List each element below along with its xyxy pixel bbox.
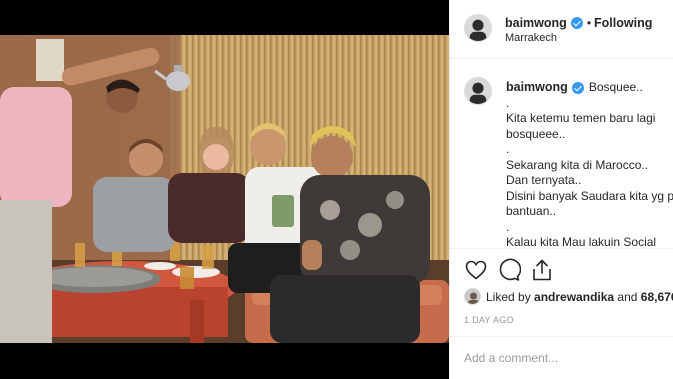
- post-side-panel: baimwong • Following Marrakech baimwong …: [449, 0, 673, 379]
- heart-icon[interactable]: [464, 258, 488, 282]
- caption-line: Kita ketemu temen baru lagi: [506, 111, 656, 125]
- caption-line: .: [506, 219, 510, 234]
- location-link[interactable]: Marrakech: [505, 32, 557, 44]
- share-icon[interactable]: [530, 258, 554, 282]
- liker-avatar[interactable]: [464, 288, 481, 305]
- header-user-row: baimwong • Following: [505, 16, 652, 30]
- caption-first-line: Bosquee..: [588, 80, 643, 94]
- likes-prefix: Liked by: [486, 289, 531, 304]
- add-comment-input[interactable]: [464, 349, 664, 367]
- caption-section: baimwong Bosquee.. . Kita ketemu temen b…: [450, 60, 673, 247]
- caption-line: Sekarang kita di Marocco..: [506, 157, 649, 172]
- caption-line: bosqueee..: [506, 126, 566, 141]
- caption-line: Kalau kita Mau lakuin Social: [506, 235, 657, 247]
- caption-line: .: [506, 142, 510, 156]
- post-photo-image: [0, 35, 449, 343]
- likes-joiner: and: [617, 289, 638, 304]
- post-photo[interactable]: [0, 35, 449, 343]
- caption-head: baimwong Bosquee..: [506, 80, 673, 96]
- separator-dot: •: [586, 16, 592, 30]
- post-header: baimwong • Following Marrakech: [450, 0, 673, 59]
- following-button[interactable]: Following: [594, 16, 652, 30]
- likes-summary: Liked by andrewandika and 68,676: [464, 288, 673, 305]
- add-comment-bar: [450, 336, 673, 379]
- header-username-link[interactable]: baimwong: [505, 16, 567, 30]
- caption-line: .: [506, 95, 510, 110]
- caption-verified-badge-icon: [571, 81, 584, 94]
- caption-username-link[interactable]: baimwong: [506, 80, 568, 96]
- caption-line: Disini banyak Saudara kita yg pe: [506, 188, 673, 203]
- likes-count-link[interactable]: 68,676: [641, 290, 673, 304]
- profile-avatar[interactable]: [464, 14, 492, 42]
- post-photo-area: [0, 0, 449, 379]
- liker-username-link[interactable]: andrewandika: [534, 290, 614, 304]
- caption-text: baimwong Bosquee.. . Kita ketemu temen b…: [506, 80, 673, 247]
- caption-line: Dan ternyata..: [506, 173, 582, 187]
- action-bar: [450, 248, 673, 288]
- verified-badge-icon: [570, 17, 583, 29]
- caption-line: bantuan..: [506, 204, 557, 218]
- caption-avatar[interactable]: [464, 77, 492, 105]
- comment-icon[interactable]: [497, 258, 521, 282]
- post-timestamp[interactable]: 1 DAY AGO: [464, 315, 514, 325]
